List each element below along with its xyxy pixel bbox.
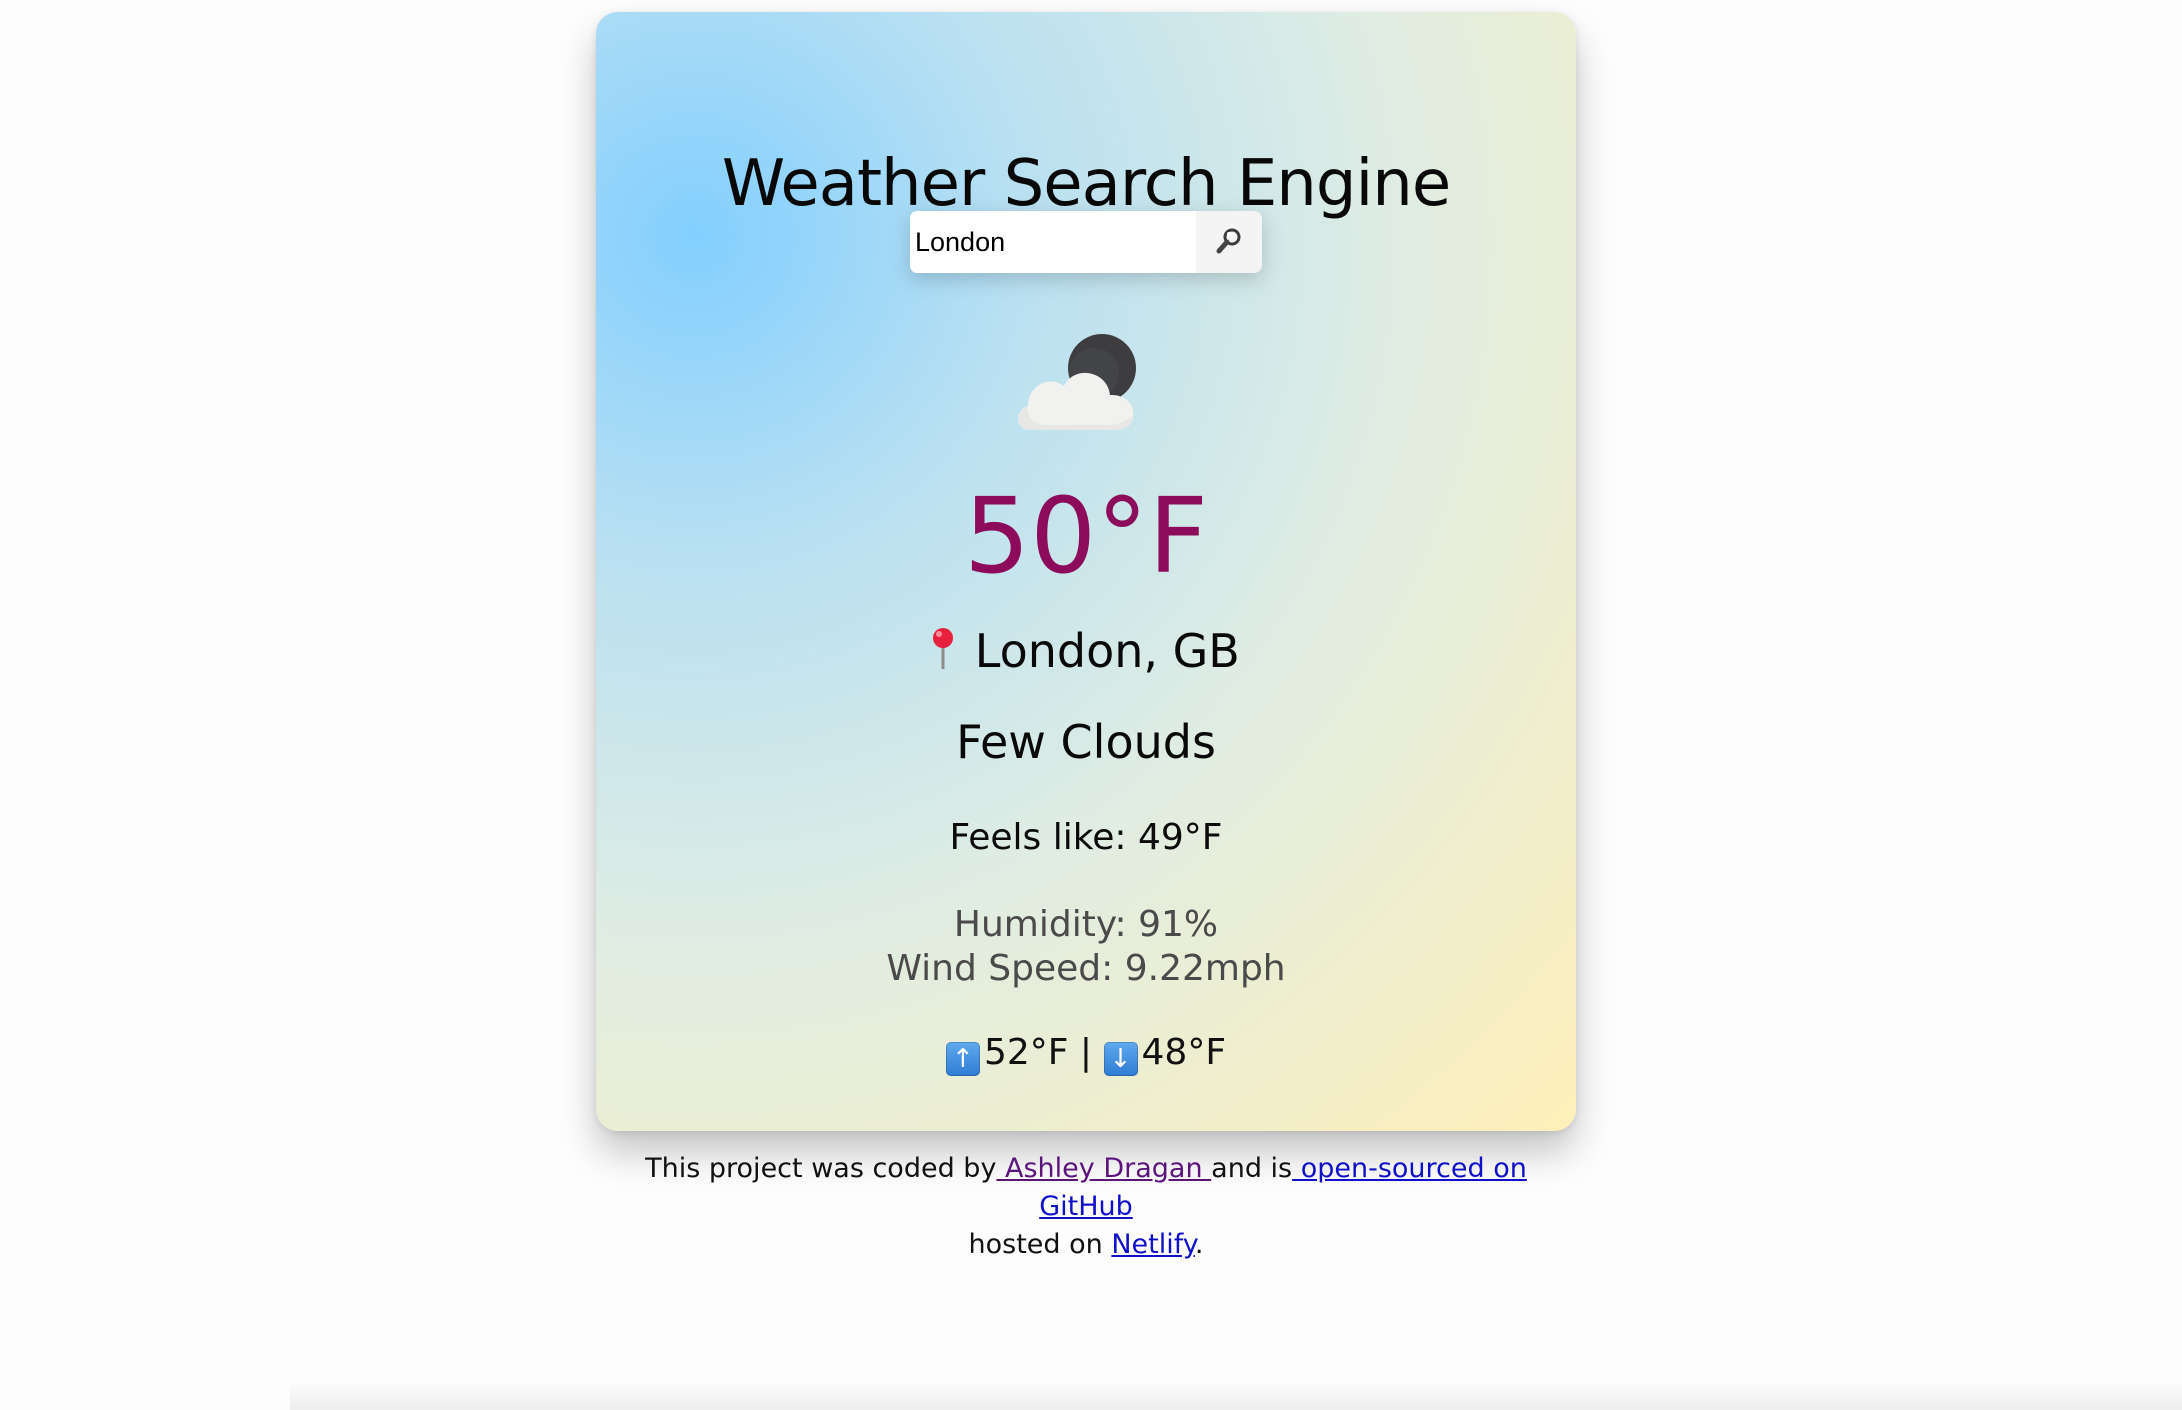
- search-button[interactable]: [1196, 211, 1262, 273]
- bottom-scroll-shadow: [290, 1380, 2182, 1410]
- humidity: Humidity: 91%: [953, 904, 1219, 945]
- temperature-range: ↑ 52°F | ↓ 48°F: [596, 1032, 1576, 1076]
- high-temperature: 52°F: [983, 1032, 1069, 1073]
- search-form: [910, 211, 1262, 273]
- footer-text-before: This project was coded by: [645, 1153, 997, 1184]
- footer-text-middle: and is: [1211, 1153, 1293, 1184]
- range-separator: |: [1079, 1032, 1093, 1073]
- down-arrow-icon: ↓: [1103, 1042, 1138, 1076]
- weather-description: Few Clouds: [956, 715, 1216, 769]
- footer-hosted-text: hosted on: [968, 1229, 1112, 1260]
- weather-details: Humidity: 91% Wind Speed: 9.22mph: [596, 903, 1576, 991]
- location-text: London, GB: [974, 624, 1240, 678]
- footer: This project was coded by Ashley Dragan …: [596, 1150, 1576, 1264]
- author-link[interactable]: Ashley Dragan: [996, 1153, 1211, 1184]
- temperature-value: 50°F: [963, 475, 1209, 597]
- location-line: London, GB: [596, 624, 1576, 678]
- footer-period: .: [1194, 1229, 1204, 1260]
- weather-card: Weather Search Engine 5: [596, 12, 1576, 1131]
- page-title: Weather Search Engine: [721, 146, 1451, 221]
- page: Weather Search Engine 5: [0, 0, 2182, 1410]
- feels-like: Feels like: 49°F: [949, 817, 1223, 858]
- wind-speed: Wind Speed: 9.22mph: [886, 948, 1286, 989]
- low-temperature: 48°F: [1141, 1032, 1227, 1073]
- search-icon: [1214, 226, 1244, 259]
- cloud-moon-icon: [1006, 330, 1151, 442]
- pin-icon: [932, 627, 954, 671]
- netlify-link[interactable]: Netlify: [1111, 1229, 1195, 1260]
- up-arrow-icon: ↑: [945, 1042, 980, 1076]
- search-input[interactable]: [910, 211, 1196, 273]
